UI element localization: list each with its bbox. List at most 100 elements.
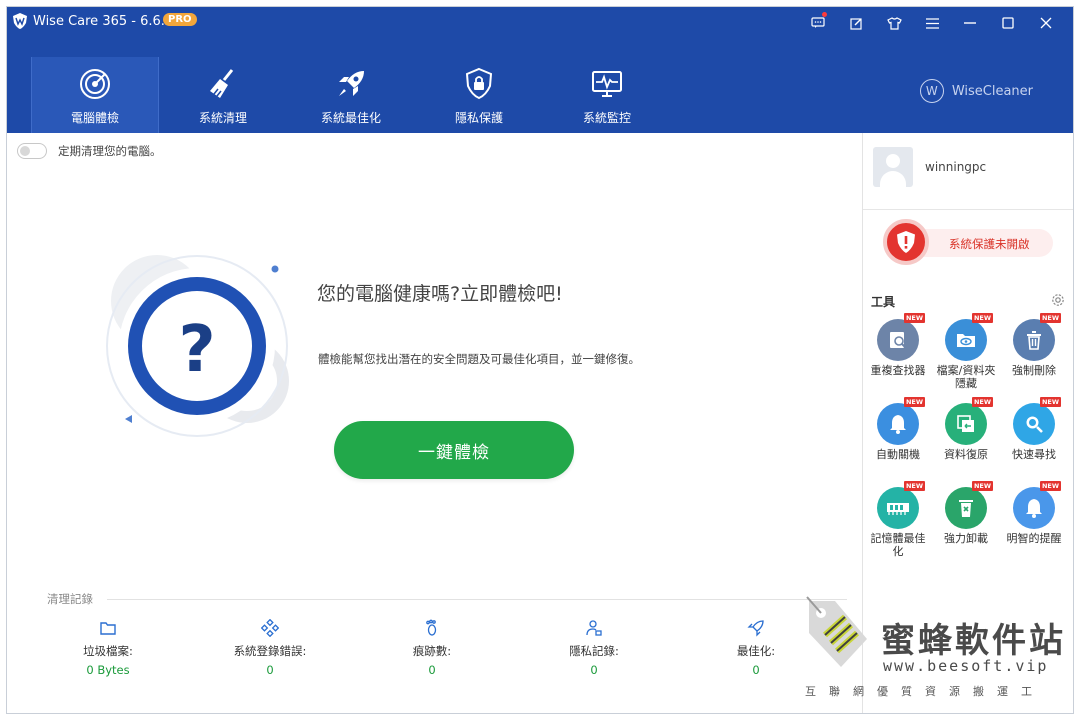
protection-status-label: 系統保護未開啟 xyxy=(949,237,1030,251)
stat-label: 最佳化: xyxy=(736,644,776,658)
tool-memory-optimizer[interactable]: NEW 記憶體最佳化 xyxy=(865,481,931,565)
maximize-icon xyxy=(1002,17,1014,29)
auto-clean-row: 定期清理您的電腦。 xyxy=(17,143,162,159)
radar-icon xyxy=(80,69,110,99)
tool-label: 重複查找器 xyxy=(870,364,926,377)
tool-force-delete[interactable]: NEW 強制刪除 xyxy=(1001,313,1067,397)
divider xyxy=(863,209,1073,210)
shirt-icon xyxy=(886,16,902,30)
message-icon xyxy=(811,11,827,33)
trash-icon xyxy=(1013,319,1055,361)
bell-icon xyxy=(877,403,919,445)
tab-label: 系統最佳化 xyxy=(320,111,381,125)
health-title: 您的電腦健康嗎?立即體檢吧! xyxy=(317,283,563,305)
new-badge: NEW xyxy=(1039,313,1061,323)
stat-label: 隱私記錄: xyxy=(569,644,619,658)
minimize-icon xyxy=(964,22,976,24)
uninstall-icon xyxy=(945,487,987,529)
close-button[interactable] xyxy=(1027,11,1065,35)
messages-button[interactable] xyxy=(799,11,837,35)
new-badge: NEW xyxy=(903,481,925,491)
new-badge: NEW xyxy=(971,397,993,407)
stat-traces: 痕跡數: 0 xyxy=(351,619,513,677)
auto-clean-label: 定期清理您的電腦。 xyxy=(58,144,162,158)
hamburger-icon xyxy=(925,17,939,29)
tools-grid: NEW 重複查找器 NEW 檔案/資料夾隱藏 NEW 強制刪除 NEW 自動關機… xyxy=(865,313,1069,565)
tool-label: 明智的提醒 xyxy=(1006,532,1062,545)
minimize-button[interactable] xyxy=(951,11,989,35)
gear-icon[interactable] xyxy=(1051,293,1065,307)
new-badge: NEW xyxy=(971,313,993,323)
app-window: Wise Care 365 - 6.6.2 PRO 電腦體檢 系統清理 系統最佳… xyxy=(6,6,1074,714)
clean-log-title: 清理記錄 xyxy=(47,592,93,606)
main-panel: 定期清理您的電腦。 ? 您的電腦健康嗎?立即體檢吧! 體檢能幫您找出潛在的安全問… xyxy=(7,133,862,713)
stat-value: 0 xyxy=(266,663,274,677)
broom-icon xyxy=(210,69,234,98)
tab-pc-checkup[interactable]: 電腦體檢 xyxy=(31,57,159,133)
stat-value: 0 xyxy=(428,663,436,677)
stat-value: 0 xyxy=(752,663,760,677)
stat-optimize: 最佳化: 0 xyxy=(675,619,837,677)
tab-label: 系統監控 xyxy=(582,111,631,125)
stat-value: 0 xyxy=(590,663,598,677)
tool-duplicate-finder[interactable]: NEW 重複查找器 xyxy=(865,313,931,397)
tool-smart-reminder[interactable]: NEW 明智的提醒 xyxy=(1001,481,1067,565)
tool-label: 記憶體最佳化 xyxy=(870,532,926,558)
tool-folder-hider[interactable]: NEW 檔案/資料夾隱藏 xyxy=(933,313,999,397)
tool-quick-search[interactable]: NEW 快速尋找 xyxy=(1001,397,1067,481)
rocket-icon xyxy=(747,620,764,637)
app-title: Wise Care 365 - 6.6.2 xyxy=(33,14,174,29)
feedback-button[interactable] xyxy=(837,11,875,35)
tool-auto-shutdown[interactable]: NEW 自動關機 xyxy=(865,397,931,481)
tools-title: 工具 xyxy=(871,295,896,309)
tool-label: 自動關機 xyxy=(876,448,920,461)
tab-privacy[interactable]: 隱私保護 xyxy=(415,57,543,133)
notification-dot xyxy=(822,11,827,17)
auto-clean-toggle[interactable] xyxy=(17,143,47,159)
user-block[interactable]: winningpc xyxy=(873,147,986,187)
tool-label: 強力卸載 xyxy=(944,532,988,545)
wisecleaner-brand[interactable]: W WiseCleaner xyxy=(919,79,1033,103)
user-lock-icon xyxy=(586,620,602,636)
new-badge: NEW xyxy=(903,313,925,323)
new-badge: NEW xyxy=(1039,397,1061,407)
skin-button[interactable] xyxy=(875,11,913,35)
stat-label: 系統登錄錯誤: xyxy=(233,644,307,658)
window-controls xyxy=(799,11,1065,35)
close-icon xyxy=(1040,17,1052,29)
divider xyxy=(107,599,847,600)
tool-label: 資料復原 xyxy=(944,448,988,461)
new-badge: NEW xyxy=(1039,481,1061,491)
tool-force-uninstall[interactable]: NEW 強力卸載 xyxy=(933,481,999,565)
lock-shield-icon xyxy=(465,67,493,100)
stat-label: 垃圾檔案: xyxy=(83,644,133,658)
username: winningpc xyxy=(925,160,987,174)
main-nav: 電腦體檢 系統清理 系統最佳化 隱私保護 系統監控 xyxy=(31,57,671,133)
folder-icon xyxy=(100,622,116,635)
one-click-checkup-button[interactable]: 一鍵體檢 xyxy=(334,421,574,479)
shield-alert-icon xyxy=(883,219,929,265)
stat-value: 0 Bytes xyxy=(86,663,130,677)
side-panel: winningpc 系統保護未開啟 工具 NEW 重複查找器 NEW 檔案/資料… xyxy=(862,133,1073,713)
svg-text:?: ? xyxy=(178,313,215,387)
stat-privacy-records: 隱私記錄: 0 xyxy=(513,619,675,677)
tool-label: 檔案/資料夾隱藏 xyxy=(936,364,996,390)
tab-system-optimize[interactable]: 系統最佳化 xyxy=(287,57,415,133)
title-bar: Wise Care 365 - 6.6.2 PRO xyxy=(7,7,1073,39)
tool-label: 快速尋找 xyxy=(1012,448,1056,461)
edit-icon xyxy=(849,17,862,30)
maximize-button[interactable] xyxy=(989,11,1027,35)
monitor-pulse-icon xyxy=(592,71,622,97)
stat-junk-files: 垃圾檔案: 0 Bytes xyxy=(27,619,189,677)
tab-system-monitor[interactable]: 系統監控 xyxy=(543,57,671,133)
rocket-icon xyxy=(339,71,364,96)
tab-system-cleaner[interactable]: 系統清理 xyxy=(159,57,287,133)
tab-label: 系統清理 xyxy=(198,111,247,125)
tool-label: 強制刪除 xyxy=(1012,364,1056,377)
menu-button[interactable] xyxy=(913,11,951,35)
tool-data-recovery[interactable]: NEW 資料復原 xyxy=(933,397,999,481)
health-description: 體檢能幫您找出潛在的安全問題及可最佳化項目，並一鍵修復。 xyxy=(318,352,640,366)
tab-label: 隱私保護 xyxy=(454,111,503,125)
duplicate-finder-icon xyxy=(877,319,919,361)
wisecleaner-logo-icon: W xyxy=(919,79,944,103)
